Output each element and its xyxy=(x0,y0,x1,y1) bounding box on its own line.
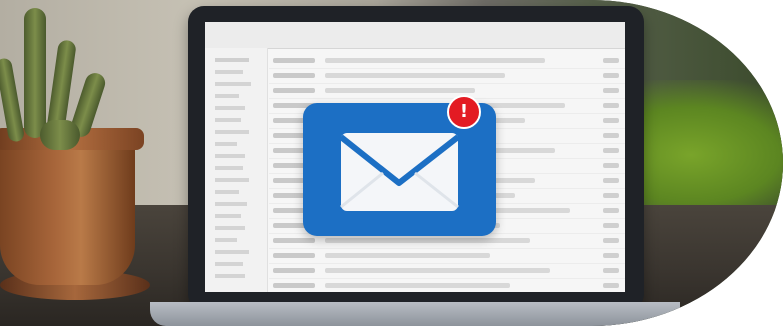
row-date xyxy=(603,223,619,228)
row-date xyxy=(603,238,619,243)
cactus-pot xyxy=(0,135,135,285)
row-sender xyxy=(273,238,315,243)
laptop-base xyxy=(150,302,680,326)
row-subject xyxy=(325,268,550,273)
table-row xyxy=(269,69,625,84)
table-row xyxy=(269,54,625,69)
row-subject xyxy=(325,253,490,258)
sidebar-item xyxy=(215,262,243,266)
row-subject xyxy=(325,238,530,243)
row-sender xyxy=(273,268,315,273)
sidebar-item xyxy=(215,226,245,230)
sidebar-item xyxy=(215,274,245,278)
row-date xyxy=(603,283,619,288)
row-sender xyxy=(273,283,315,288)
table-row xyxy=(269,279,625,292)
sidebar-item xyxy=(215,142,237,146)
table-row xyxy=(269,234,625,249)
row-date xyxy=(603,178,619,183)
row-date xyxy=(603,88,619,93)
table-row xyxy=(269,264,625,279)
photo-banner: ! xyxy=(0,0,783,326)
row-sender xyxy=(273,73,315,78)
row-date xyxy=(603,73,619,78)
row-date xyxy=(603,133,619,138)
sidebar-item xyxy=(215,154,245,158)
sidebar-item xyxy=(215,214,241,218)
sidebar-item xyxy=(215,58,249,62)
cactus-arm xyxy=(24,8,46,138)
row-date xyxy=(603,163,619,168)
row-sender xyxy=(273,253,315,258)
row-sender xyxy=(273,88,315,93)
row-date xyxy=(603,103,619,108)
table-row xyxy=(269,249,625,264)
row-date xyxy=(603,268,619,273)
sidebar-item xyxy=(215,166,243,170)
row-subject xyxy=(325,58,545,63)
sidebar-item xyxy=(215,178,249,182)
email-toolbar xyxy=(205,22,625,49)
cactus-arm xyxy=(40,120,80,150)
row-date xyxy=(603,193,619,198)
email-sidebar xyxy=(205,48,268,292)
sidebar-item xyxy=(215,190,239,194)
row-subject xyxy=(325,283,510,288)
row-date xyxy=(603,208,619,213)
row-date xyxy=(603,118,619,123)
row-date xyxy=(603,253,619,258)
sidebar-item xyxy=(215,130,249,134)
row-subject xyxy=(325,73,505,78)
sidebar-item xyxy=(215,82,251,86)
row-subject xyxy=(325,88,475,93)
sidebar-item xyxy=(215,94,239,98)
sidebar-item xyxy=(215,70,243,74)
sidebar-item xyxy=(215,202,247,206)
sidebar-item xyxy=(215,118,241,122)
sidebar-item xyxy=(215,106,245,110)
sidebar-item xyxy=(215,250,249,254)
exclamation-icon: ! xyxy=(447,95,481,129)
row-date xyxy=(603,148,619,153)
background-photo: ! xyxy=(0,0,783,326)
table-row xyxy=(269,84,625,99)
sidebar-item xyxy=(215,238,237,242)
row-date xyxy=(603,58,619,63)
row-sender xyxy=(273,58,315,63)
